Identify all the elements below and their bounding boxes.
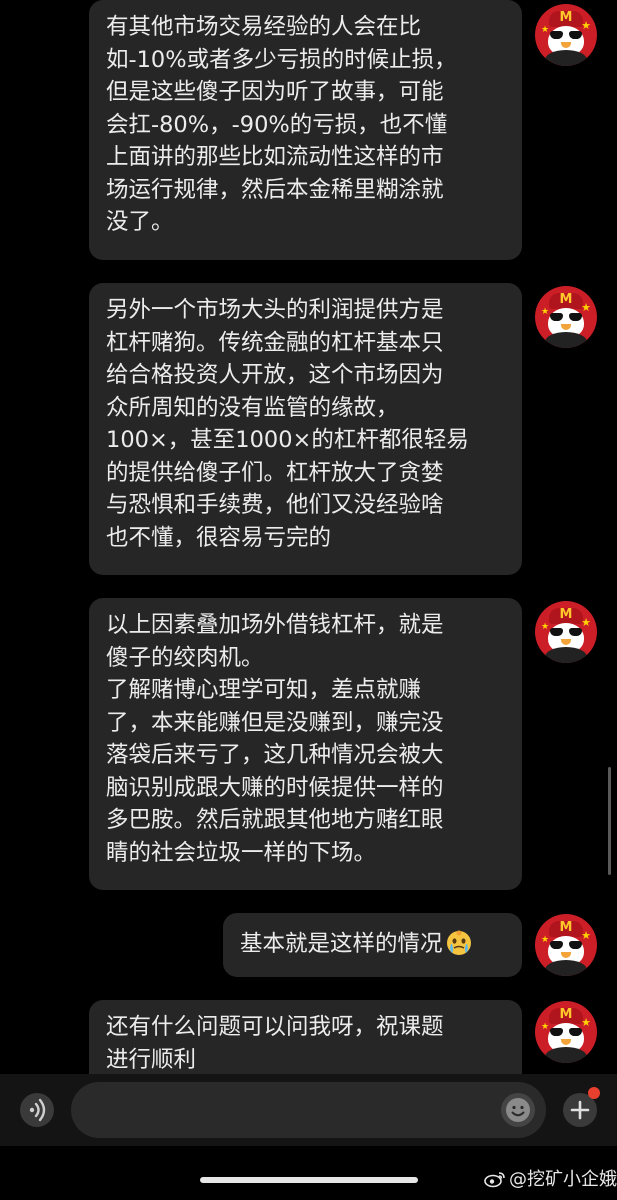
message-bubble-1[interactable]: 有其他市场交易经验的人会在比 如-10%或者多少亏损的时候止损， 但是这些傻子因…	[89, 0, 522, 260]
message-input[interactable]	[71, 1082, 546, 1138]
scrollbar[interactable]	[608, 767, 611, 875]
emoji-icon[interactable]	[501, 1093, 535, 1127]
message-line: 100×，甚至1000×的杠杆都很轻易	[106, 427, 469, 453]
message-line: 另外一个市场大头的利润提供方是	[106, 297, 444, 323]
message-line: 上面讲的那些比如流动性这样的市	[106, 144, 444, 170]
message-line: 场运行规律，然后本金稀里糊涂就	[106, 176, 444, 203]
message-line: 进行顺利	[106, 1046, 197, 1073]
message-line: 了解赌博心理学可知，差点就赚	[106, 677, 422, 703]
message-line: 落袋后来亏了，这几种情况会被大	[106, 742, 444, 768]
weibo-logo-icon	[484, 1172, 505, 1188]
message-line: 傻子的绞肉机。	[106, 644, 264, 671]
avatar[interactable]: M ★ ★	[535, 914, 597, 976]
message-line: 给合格投资人开放，这个市场因为	[106, 362, 444, 388]
message-bubble-3[interactable]: 以上因素叠加场外借钱杠杆，就是 傻子的绞肉机。 了解赌博心理学可知，差点就赚 了…	[89, 598, 522, 890]
message-line: 会扛-80%，-90%的亏损，也不懂	[106, 111, 448, 138]
message-line: 睛的社会垃圾一样的下场。	[106, 839, 377, 866]
message-line: 也不懂，很容易亏完的	[106, 524, 332, 551]
avatar[interactable]: M ★ ★	[535, 4, 597, 66]
voice-icon[interactable]	[20, 1093, 54, 1127]
message-bubble-2[interactable]: 另外一个市场大头的利润提供方是 杠杆赌狗。传统金融的杠杆基本只 给合格投资人开放…	[89, 283, 522, 575]
avatar[interactable]: M ★ ★	[535, 601, 597, 663]
message-line: 如-10%或者多少亏损的时候止损，	[106, 46, 457, 73]
message-text: 基本就是这样的情况	[240, 931, 443, 957]
message-line: 的提供给傻子们。杠杆放大了贪婪	[106, 459, 444, 486]
message-line: 基本就是这样的情况	[240, 928, 522, 961]
message-line: 还有什么问题可以问我呀，祝课题	[106, 1014, 444, 1040]
crying-face-sticker-icon	[446, 930, 471, 955]
message-line: 众所周知的没有监管的缘故，	[106, 394, 399, 421]
message-line: 杠杆赌狗。传统金融的杠杆基本只	[106, 329, 444, 356]
message-line: 有其他市场交易经验的人会在比	[106, 14, 422, 40]
message-line: 脑识别成跟大赚的时候提供一样的	[106, 774, 444, 801]
avatar[interactable]: M ★ ★	[535, 286, 597, 348]
home-indicator[interactable]	[200, 1177, 418, 1183]
message-line: 没了。	[106, 209, 174, 235]
notification-dot	[588, 1087, 600, 1099]
message-line: 但是这些傻子因为听了故事，可能	[106, 79, 444, 105]
message-bubble-4[interactable]: 基本就是这样的情况	[223, 913, 522, 977]
watermark: @挖矿小企娥	[484, 1169, 617, 1191]
avatar[interactable]: M ★ ★	[535, 1001, 597, 1063]
message-line: 多巴胺。然后就跟其他地方赌红眼	[106, 807, 444, 833]
watermark-text: @挖矿小企娥	[509, 1169, 617, 1190]
message-line: 了，本来能赚但是没赚到，赚完没	[106, 709, 444, 736]
message-line: 以上因素叠加场外借钱杠杆，就是	[106, 612, 444, 638]
message-line: 与恐惧和手续费，他们又没经验啥	[106, 492, 444, 518]
